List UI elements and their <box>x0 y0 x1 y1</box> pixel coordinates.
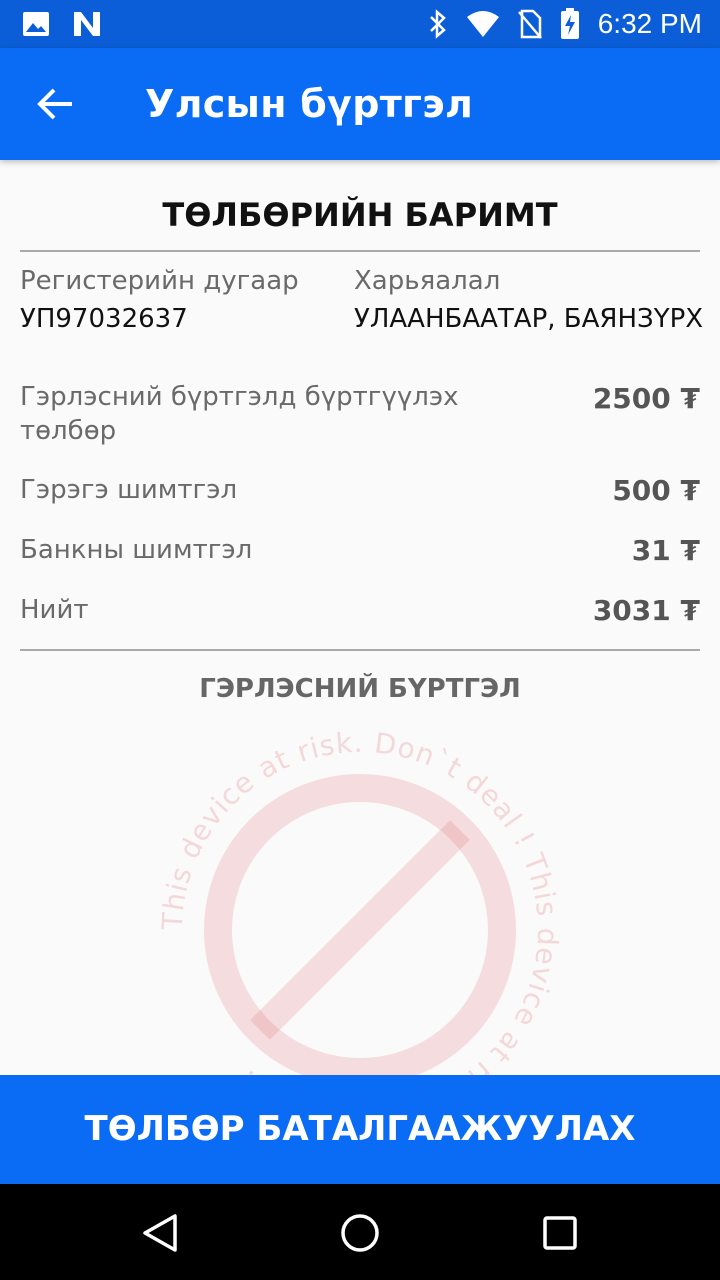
recents-square-icon[interactable] <box>535 1208 585 1258</box>
prohibition-slash <box>250 820 470 1040</box>
fee-amount-registration: 2500 ₮ <box>592 382 700 415</box>
jurisdiction-label: Харьяалал <box>354 266 501 296</box>
status-time: 6:32 PM <box>597 8 702 39</box>
jurisdiction-value: УЛААНБААТАР, БАЯНЗҮРХ <box>354 304 704 334</box>
divider <box>20 649 700 651</box>
divider <box>20 250 700 252</box>
home-circle-icon[interactable] <box>335 1208 385 1258</box>
fee-amount-gerege: 500 ₮ <box>612 474 700 507</box>
n-app-icon <box>74 12 100 36</box>
section-title: ГЭРЛЭСНИЙ БҮРТГЭЛ <box>199 674 521 704</box>
bluetooth-icon <box>429 9 446 39</box>
fee-label-registration: Гэрлэсний бүртгэлд бүртгүүлэх төлбөр <box>20 382 459 446</box>
receipt-content: ТӨЛБӨРИЙН БАРИМТ Регистерийн дугаар УП97… <box>0 160 720 1134</box>
fee-label-bank: Банкны шимтгэл <box>20 535 253 565</box>
wifi-icon <box>466 11 499 37</box>
fee-label-total: Нийт <box>20 595 89 625</box>
back-triangle-icon[interactable] <box>135 1208 185 1258</box>
fee-label-gerege: Гэрэгэ шимтгэл <box>20 475 238 505</box>
no-sim-icon <box>517 9 542 39</box>
arrow-left-icon <box>37 88 72 120</box>
battery-charging-icon <box>560 8 579 39</box>
page-title: Улсын бүртгэл <box>145 82 474 126</box>
image-icon <box>23 12 49 36</box>
register-value: УП97032637 <box>20 304 188 334</box>
fee-amount-total: 3031 ₮ <box>592 594 700 627</box>
fee-amount-bank: 31 ₮ <box>631 534 700 567</box>
back-button[interactable] <box>26 78 86 130</box>
register-label: Регистерийн дугаар <box>20 266 299 296</box>
system-nav-bar <box>0 1184 720 1280</box>
status-bar: 6:32 PM <box>0 0 720 48</box>
receipt-title: ТӨЛБӨРИЙН БАРИМТ <box>162 196 558 234</box>
confirm-payment-button[interactable]: ТӨЛБӨР БАТАЛГААЖУУЛАХ <box>0 1075 720 1184</box>
app-bar: Улсын бүртгэл <box>0 48 720 160</box>
